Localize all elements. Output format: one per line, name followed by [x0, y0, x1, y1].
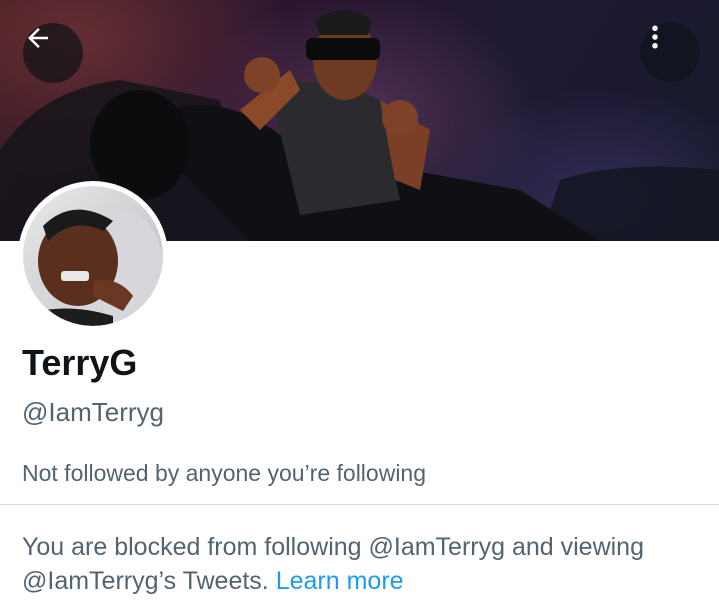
- blocked-notice: You are blocked from following @IamTerry…: [22, 530, 702, 598]
- back-button[interactable]: [23, 23, 83, 83]
- profile-handle: @IamTerryg: [22, 397, 164, 427]
- learn-more-link[interactable]: Learn more: [276, 567, 404, 595]
- arrow-left-icon: [28, 28, 48, 48]
- more-vertical-icon: [652, 25, 658, 49]
- avatar[interactable]: [18, 181, 168, 331]
- followers-you-know: Not followed by anyone you’re following: [22, 460, 427, 486]
- more-options-button[interactable]: [640, 22, 700, 82]
- avatar-photo: [23, 186, 163, 326]
- display-name: TerryG: [22, 342, 138, 383]
- divider: [0, 504, 719, 505]
